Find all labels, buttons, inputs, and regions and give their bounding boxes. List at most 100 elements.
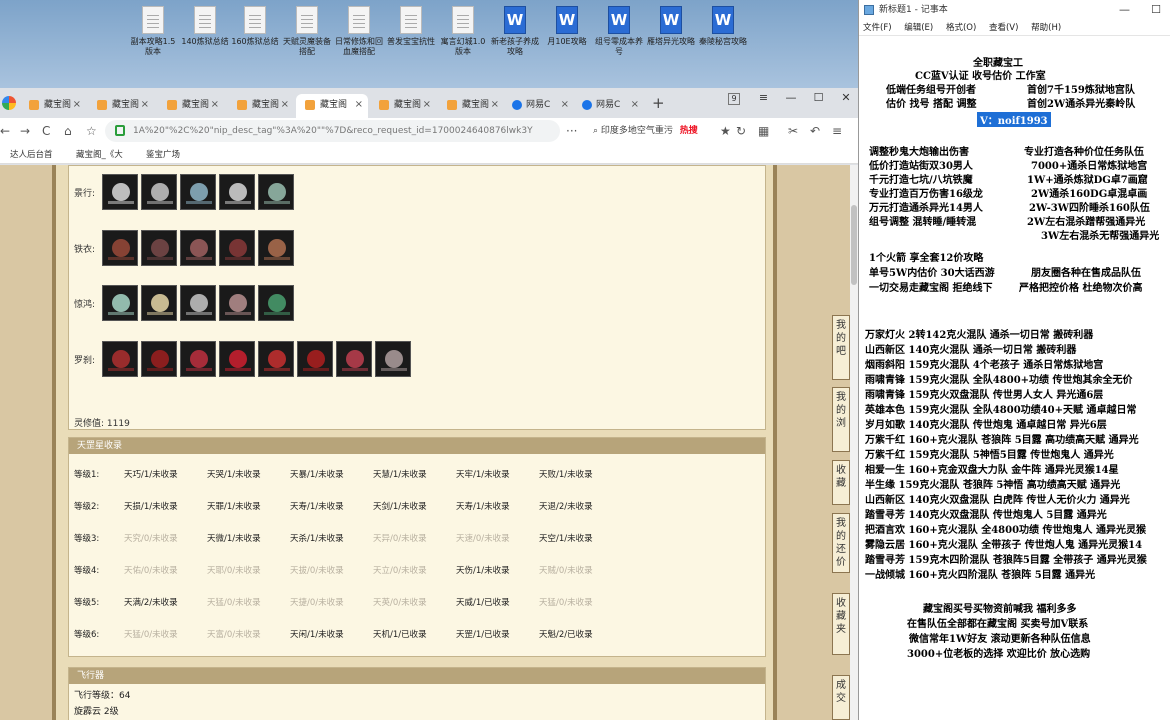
browser-tab[interactable]: 藏宝阁 × [20, 94, 86, 118]
browser-tab[interactable]: 网易C × [578, 94, 644, 118]
equipment-item-icon[interactable] [219, 285, 255, 321]
scrollbar-thumb[interactable] [851, 205, 857, 285]
equipment-item-icon[interactable] [258, 341, 294, 377]
desktop-icon[interactable]: 160炼狱总结 [230, 6, 280, 47]
apps-grid-icon[interactable]: ▦ [758, 122, 769, 140]
equipment-item-icon[interactable] [141, 174, 177, 210]
new-tab-button[interactable]: + [652, 94, 665, 112]
maximize-button[interactable]: ☐ [807, 88, 831, 108]
page-scrollbar[interactable] [850, 165, 858, 720]
equipment-item-icon[interactable] [180, 341, 216, 377]
equipment-item-icon[interactable] [102, 174, 138, 210]
tab-close-icon[interactable]: × [491, 94, 499, 116]
sidebar-box[interactable]: 收藏夹 [832, 593, 850, 655]
desktop-icon[interactable]: W 新老孩子养成攻略 [490, 6, 540, 57]
search-box[interactable]: ⌕ 印度多地空气重污 热搜 [593, 122, 723, 140]
bookmark-item[interactable]: 藏宝阁_《大 [76, 148, 123, 160]
sidebar-box[interactable]: 我的浏 [832, 387, 850, 452]
sidebar-box[interactable]: 我的吧 [832, 315, 850, 380]
tab-count-badge[interactable]: 9 [728, 93, 740, 105]
scissors-icon[interactable]: ✂ [788, 122, 798, 140]
notepad-maximize-button[interactable]: ☐ [1142, 0, 1170, 20]
refresh-icon[interactable]: ↻ [736, 122, 746, 140]
browser-tab[interactable]: 藏宝阁 × [158, 94, 224, 118]
bookmark-star-icon[interactable]: ☆ [86, 122, 97, 140]
equipment-item-icon[interactable] [141, 285, 177, 321]
reload-icon[interactable]: C [42, 122, 50, 140]
home-icon[interactable]: ⌂ [64, 122, 72, 140]
tab-favicon-icon [582, 100, 592, 110]
notepad-line: 调整秒鬼大炮输出伤害 [869, 147, 969, 158]
equipment-item-icon[interactable] [180, 174, 216, 210]
menu-view[interactable]: 查看(V) [989, 23, 1018, 33]
desktop-icon[interactable]: 140炼狱总结 [180, 6, 230, 47]
desktop-icon[interactable]: W 组号零成本养号 [594, 6, 644, 57]
menu-file[interactable]: 文件(F) [863, 23, 892, 33]
star-entry: 天拔/0/未收录 [290, 566, 344, 576]
menu-help[interactable]: 帮助(H) [1031, 23, 1061, 33]
desktop-icon[interactable]: 天赋灵魔装备搭配 [282, 6, 332, 57]
equipment-item-icon[interactable] [375, 341, 411, 377]
equipment-item-icon[interactable] [336, 341, 372, 377]
equipment-item-icon[interactable] [102, 341, 138, 377]
browser-tab[interactable]: 网易C × [508, 94, 574, 118]
notepad-minimize-button[interactable]: — [1111, 0, 1139, 20]
equipment-item-icon[interactable] [141, 230, 177, 266]
browser-logo-icon[interactable] [2, 96, 16, 110]
sidebar-box[interactable]: 我的还价 [832, 513, 850, 573]
browser-tab[interactable]: 藏宝阁 × [438, 94, 504, 118]
tab-close-icon[interactable]: × [211, 94, 219, 116]
equipment-item-icon[interactable] [258, 230, 294, 266]
browser-tab[interactable]: 藏宝阁 × [88, 94, 154, 118]
sidebar-box[interactable]: 成交 [832, 675, 850, 720]
tab-close-icon[interactable]: × [631, 94, 639, 116]
browser-tab[interactable]: 藏宝阁 × [296, 94, 368, 118]
equipment-item-icon[interactable] [180, 285, 216, 321]
tab-close-icon[interactable]: × [355, 94, 363, 116]
menu-format[interactable]: 格式(O) [946, 23, 976, 33]
back-icon[interactable]: ← [0, 122, 10, 140]
tab-close-icon[interactable]: × [561, 94, 569, 116]
close-button[interactable]: ✕ [834, 88, 858, 108]
tab-close-icon[interactable]: × [423, 94, 431, 116]
star-entry: 天猛/0/未收录 [207, 598, 261, 608]
bookmark-item[interactable]: 达人后台首 [10, 148, 53, 160]
more-icon[interactable]: ··· [566, 122, 577, 140]
equipment-item-icon[interactable] [258, 174, 294, 210]
menu-icon[interactable]: ≡ [752, 88, 776, 108]
desktop-icon[interactable]: 日常修炼和回血魔搭配 [334, 6, 384, 57]
browser-menu-icon[interactable]: ≡ [832, 122, 842, 140]
desktop-icon[interactable]: W 月10E攻略 [542, 6, 592, 47]
equipment-item-icon[interactable] [102, 230, 138, 266]
browser-tab[interactable]: 藏宝阁 × [370, 94, 436, 118]
hot-search-tag: 热搜 [679, 126, 698, 136]
tab-close-icon[interactable]: × [281, 94, 289, 116]
equipment-item-icon[interactable] [258, 285, 294, 321]
equipment-item-icon[interactable] [102, 285, 138, 321]
forward-icon[interactable]: → [20, 122, 30, 140]
browser-tab[interactable]: 藏宝阁 × [228, 94, 294, 118]
desktop-icon[interactable]: 寓言幻城1.0版本 [438, 6, 488, 57]
desktop-icon[interactable]: W 雁塔异光攻略 [646, 6, 696, 47]
minimize-button[interactable]: — [779, 88, 803, 108]
equipment-item-icon[interactable] [141, 341, 177, 377]
star-entry: 天牢/1/未收录 [456, 470, 510, 480]
equipment-item-icon[interactable] [219, 341, 255, 377]
notepad-text-area[interactable]: 全职藏宝工 CC蓝V认证 收号估价 工作室 低端任务组号开创者 首创7千159炼狱地宫… [859, 36, 1170, 720]
bookmark-item[interactable]: 鉴宝广场 [146, 148, 180, 160]
equipment-item-icon[interactable] [297, 341, 333, 377]
desktop-icon[interactable]: 副本攻略1.5版本 [128, 6, 178, 57]
favorite-icon[interactable]: ★ [720, 122, 731, 140]
equipment-item-icon[interactable] [219, 174, 255, 210]
tab-close-icon[interactable]: × [141, 94, 149, 116]
star-entry: 天佑/0/未收录 [124, 566, 178, 576]
equipment-item-icon[interactable] [180, 230, 216, 266]
menu-edit[interactable]: 编辑(E) [904, 23, 933, 33]
address-bar[interactable]: 1A%20"%2C%20"nip_desc_tag"%3A%20""%7D&re… [105, 120, 560, 142]
desktop-icon[interactable]: 普发宝宝抗性 [386, 6, 436, 47]
desktop-icon[interactable]: W 秦陵秘宫攻略 [698, 6, 748, 47]
sidebar-box[interactable]: 收藏 [832, 460, 850, 505]
undo-icon[interactable]: ↶ [810, 122, 820, 140]
tab-close-icon[interactable]: × [73, 94, 81, 116]
equipment-item-icon[interactable] [219, 230, 255, 266]
